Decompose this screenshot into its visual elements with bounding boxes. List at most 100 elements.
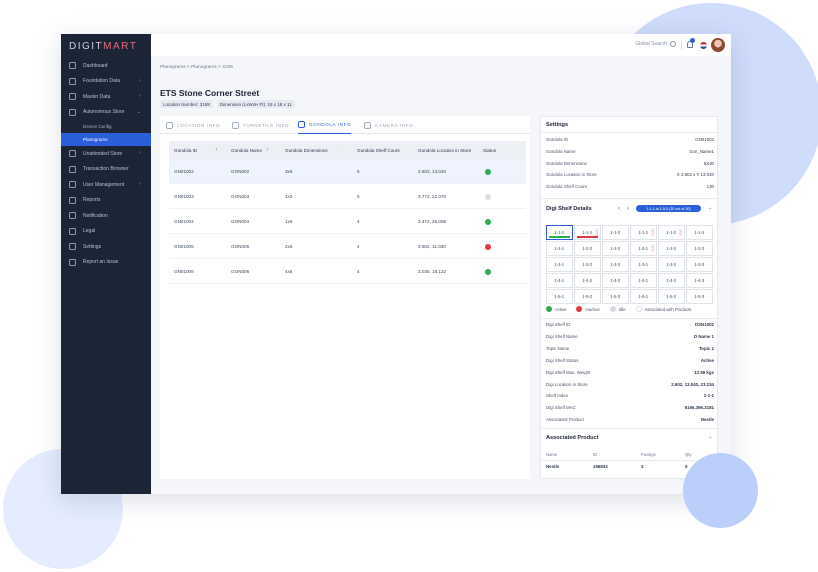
notification-badge — [690, 38, 695, 43]
shelf-grid: 1-1-1 1-1-2 1-1-3 1-1-1 1-1-2 1-1-3 1-2-1 1-2-2… — [546, 225, 713, 304]
sidebar-item-foundation-data[interactable]: Foundation Data › — [61, 74, 151, 90]
shelf-cell-label: 1-4-2 — [666, 277, 677, 283]
shelf-cell[interactable]: 1-2-3 — [602, 241, 629, 256]
sidebar-item-unattended-store[interactable]: Unattended Store › — [61, 146, 151, 162]
location-chip: Location Number: 3159 — [160, 100, 213, 108]
sidebar-item-user-management[interactable]: User Management › — [61, 177, 151, 193]
shelf-cell[interactable]: 1-5-2 — [658, 289, 685, 304]
sort-up-icon[interactable]: ↑ — [338, 147, 341, 153]
shelf-cell[interactable]: 1-2-1 — [630, 241, 657, 256]
shelf-cell[interactable]: 1-2-3 — [686, 241, 713, 256]
sidebar-item-autonomous-store[interactable]: Autonomous Store ⌄ — [61, 105, 151, 121]
tab-gondola-info[interactable]: GONDOLA INFO — [298, 116, 352, 134]
detail-row: Gondola Dimensions 5X30 — [546, 159, 714, 171]
shelf-cell[interactable]: 1-5-1 — [630, 289, 657, 304]
shelf-cell[interactable]: 1-1-1 — [630, 225, 657, 240]
sidebar-item-legal[interactable]: Legal — [61, 224, 151, 240]
chevron-down-icon[interactable]: ⌄ — [708, 205, 713, 211]
shelf-cell[interactable]: 1-1-3 — [686, 225, 713, 240]
shelf-cell[interactable]: 1-1-2 — [574, 225, 601, 240]
col-gondola-id[interactable]: Gondola ID ↑ — [174, 141, 218, 159]
tab-camera-info[interactable]: CAMERA INFO — [364, 116, 413, 134]
shelf-cell-label: 1-5-2 — [666, 293, 677, 299]
detail-row: Digi Shelf Max. Weight 12.58 kgs — [546, 368, 714, 380]
shelf-cell-label: 1-1-3 — [610, 229, 621, 235]
shelf-cell[interactable]: 1-4-1 — [546, 273, 573, 288]
shelf-cell[interactable]: 1-3-1 — [546, 257, 573, 272]
sidebar: DIGITMART Dashboard Foundation Data › Maste… — [61, 34, 151, 494]
gondola-icon — [298, 121, 305, 128]
status-indicator — [485, 159, 491, 184]
shelf-cell[interactable]: 1-1-1 — [546, 225, 573, 240]
tab-turnstile-info[interactable]: TURNSTILE INFO — [232, 116, 289, 134]
shelf-cell[interactable]: 1-4-3 — [602, 273, 629, 288]
shelf-cell[interactable]: 1-4-2 — [574, 273, 601, 288]
col-status[interactable]: Status — [483, 141, 496, 159]
shelf-cell[interactable]: 1-2-1 — [546, 241, 573, 256]
detail-row: Digi Shelf ID DSN1002 — [546, 320, 714, 332]
sidebar-item-settings[interactable]: Settings — [61, 239, 151, 255]
shelf-cell[interactable]: 1-5-1 — [546, 289, 573, 304]
chevron-right-icon[interactable]: › — [627, 206, 629, 212]
sidebar-item-planograms[interactable]: Planograms — [61, 133, 151, 146]
sidebar-item-device-config[interactable]: Device Config — [61, 120, 151, 133]
shelf-cell[interactable]: 1-4-3 — [686, 273, 713, 288]
detail-row: Associated Product Nestle — [546, 415, 714, 427]
sidebar-item-report-an-issue[interactable]: Report an Issue — [61, 255, 151, 271]
sidebar-item-reports[interactable]: Reports — [61, 193, 151, 209]
shelf-cell[interactable]: 1-5-2 — [574, 289, 601, 304]
shelf-cell[interactable]: 1-2-2 — [574, 241, 601, 256]
table-row[interactable]: GN01002 GON002 3x5 5 2.602, 13.040 — [169, 159, 526, 184]
sidebar-item-dashboard[interactable]: Dashboard — [61, 58, 151, 74]
sidebar-item-master-data[interactable]: Master Data › — [61, 89, 151, 105]
shelf-cell[interactable]: 1-3-3 — [602, 257, 629, 272]
col-gondola-location[interactable]: Gondola Location in Store — [418, 141, 471, 159]
global-search-label[interactable]: Global Search — [635, 41, 667, 47]
breadcrumb[interactable]: Planograms > Planograms > 3159 — [160, 65, 233, 70]
shelf-cell[interactable]: 1-1-3 — [602, 225, 629, 240]
shelf-cell[interactable]: 1-2-2 — [658, 241, 685, 256]
shelf-cell[interactable]: 1-3-2 — [658, 257, 685, 272]
detail-label: Gondola ID — [546, 137, 569, 142]
sort-up-icon[interactable]: ↑ — [215, 147, 218, 153]
shelf-cell[interactable]: 1-1-2 — [658, 225, 685, 240]
col-id: ID — [593, 452, 598, 457]
shelf-cell[interactable]: 1-3-3 — [686, 257, 713, 272]
chevron-icon: › — [139, 181, 141, 187]
sidebar-nav: Dashboard Foundation Data › Master Data › Aut… — [61, 58, 151, 270]
detail-label: Gondola Location in Store — [546, 172, 597, 178]
table-cell: GON006 — [231, 269, 250, 274]
sidebar-item-transaction-browser[interactable]: Transaction Browser — [61, 162, 151, 178]
table-cell: 3.772, 22.070 — [418, 194, 447, 199]
status-indicator — [485, 209, 491, 234]
col-gondola-name[interactable]: Gondola Name ↑ — [231, 141, 268, 159]
table-cell: 5 — [357, 194, 360, 199]
sidebar-item-notification[interactable]: Notification — [61, 208, 151, 224]
detail-value: 2.602, 13.040, 23.234 — [671, 381, 714, 387]
logo[interactable]: DIGITMART — [69, 41, 137, 52]
search-icon[interactable] — [670, 41, 676, 47]
chevron-down-icon[interactable]: ⌄ — [708, 434, 713, 440]
shelf-cell[interactable]: 1-4-1 — [630, 273, 657, 288]
table-row[interactable]: GN01005 GON005 2x5 4 3.602, 11.030 — [169, 234, 526, 259]
chevron-left-icon[interactable]: ‹ — [618, 206, 620, 212]
table-row[interactable]: GN01004 GON004 1x5 4 3.472, 25.055 — [169, 209, 526, 234]
detail-row: Digi Shelf Name D Name 1 — [546, 332, 714, 344]
sidebar-item-label: Unattended Store — [83, 150, 123, 157]
status-legend: Active Inactive Idle Associated with Pro… — [546, 306, 697, 312]
shelf-cell[interactable]: 1-3-2 — [574, 257, 601, 272]
shelf-cell[interactable]: 1-4-2 — [658, 273, 685, 288]
shelf-cell[interactable]: 1-3-1 — [630, 257, 657, 272]
table-cell: GON005 — [231, 244, 250, 249]
shelf-cell[interactable]: 1-5-3 — [602, 289, 629, 304]
avatar[interactable] — [711, 38, 725, 52]
col-gondola-shelf-count[interactable]: Gondola Shelf Count — [357, 141, 400, 159]
detail-value: 12.58 kgs — [694, 369, 714, 375]
table-row[interactable]: GN01006 GON006 4x5 4 3.035, 18.122 — [169, 259, 526, 284]
col-gondola-dimensions[interactable]: Gondola Dimensions ↑ — [285, 141, 340, 159]
tab-location-info[interactable]: LOCATION INFO — [166, 116, 220, 134]
table-row[interactable]: GN01003 GON003 1x3 5 3.772, 22.070 — [169, 184, 526, 209]
shelf-cell[interactable]: 1-5-3 — [686, 289, 713, 304]
sort-up-icon[interactable]: ↑ — [266, 147, 269, 153]
language-flag-icon[interactable] — [700, 42, 707, 49]
